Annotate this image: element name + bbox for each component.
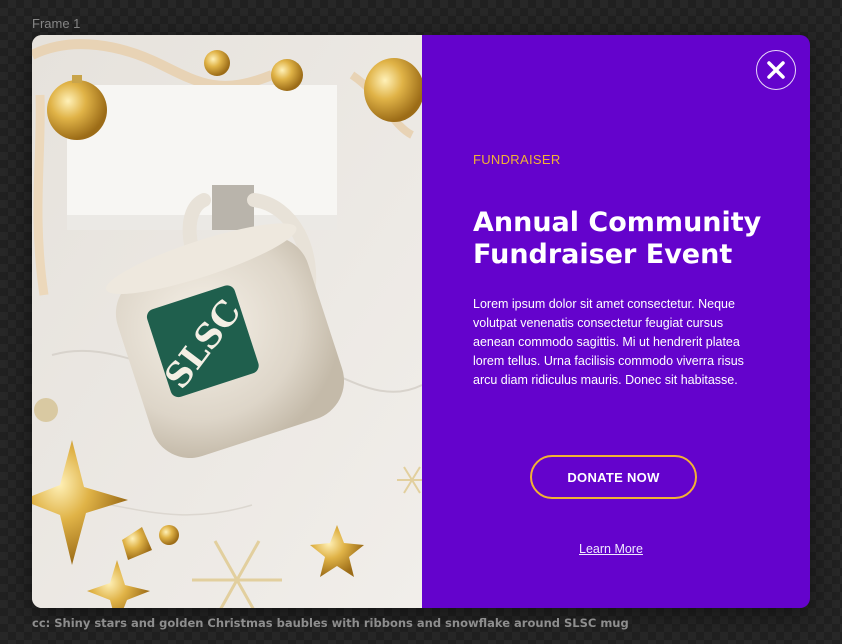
mug-photo: SLSC: [32, 35, 422, 608]
learn-more-link[interactable]: Learn More: [579, 542, 643, 556]
fundraiser-modal: SLSC FUNDRAISER Annual Community Fundrai…: [32, 35, 810, 608]
close-button[interactable]: [756, 50, 796, 90]
frame-label: Frame 1: [32, 16, 81, 31]
category-label: FUNDRAISER: [473, 152, 561, 167]
content-panel: FUNDRAISER Annual Community Fundraiser E…: [422, 35, 810, 608]
close-icon: [767, 61, 785, 79]
christmas-mug-illustration: SLSC: [32, 35, 422, 608]
event-title: Annual Community Fundraiser Event: [473, 207, 762, 270]
image-caption: cc: Shiny stars and golden Christmas bau…: [32, 616, 629, 630]
event-description: Lorem ipsum dolor sit amet consectetur. …: [473, 297, 744, 387]
donate-now-button[interactable]: DONATE NOW: [530, 455, 697, 499]
